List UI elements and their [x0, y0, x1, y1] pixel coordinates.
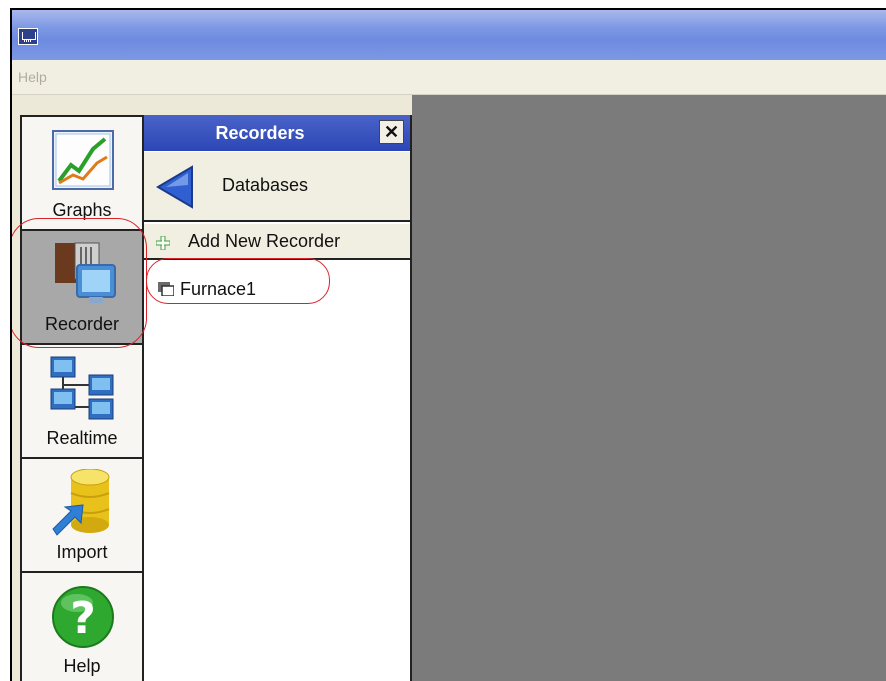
realtime-label: Realtime	[46, 428, 118, 448]
panel-gap	[144, 95, 412, 115]
app-window: Help Graphs Recorder Realtime Import ? H…	[10, 8, 886, 681]
svg-text:?: ?	[70, 593, 96, 644]
graph-chart-icon	[52, 130, 114, 190]
menu-help[interactable]: Help	[18, 69, 47, 85]
panel-header: Recorders ✕	[144, 115, 410, 151]
main-workspace	[412, 95, 886, 681]
tool-bar: Graphs Recorder Realtime Import ? Help	[20, 115, 144, 681]
help-question-icon: ?	[52, 586, 114, 648]
import-label: Import	[56, 542, 108, 562]
recorder-node-icon	[158, 282, 174, 296]
back-arrow-icon	[156, 165, 193, 209]
menu-bar: Help	[12, 60, 886, 95]
add-new-recorder-label: Add New Recorder	[188, 231, 341, 251]
left-frame-strip	[12, 95, 20, 681]
help-button[interactable]: ? Help	[22, 571, 144, 681]
tree-item-furnace1[interactable]: Furnace1	[158, 279, 358, 303]
recorders-panel: Recorders ✕ Databases Add New Recorder F…	[144, 115, 412, 681]
tree-item-label: Furnace1	[180, 279, 257, 299]
databases-label: Databases	[222, 175, 309, 195]
close-icon[interactable]: ✕	[379, 120, 404, 144]
graphs-button[interactable]: Graphs	[22, 115, 144, 231]
import-button[interactable]: Import	[22, 457, 144, 573]
panel-title: Recorders	[215, 123, 305, 143]
network-computers-icon	[50, 356, 114, 420]
recorder-monitor-icon	[55, 242, 116, 303]
database-import-icon	[52, 469, 110, 536]
plus-icon	[156, 236, 170, 250]
realtime-button[interactable]: Realtime	[22, 343, 144, 459]
recorder-button[interactable]: Recorder	[22, 229, 144, 345]
databases-button[interactable]: Databases	[144, 151, 410, 222]
recorder-label: Recorder	[44, 314, 120, 334]
graphs-label: Graphs	[52, 200, 112, 220]
help-label: Help	[63, 656, 101, 676]
title-bar[interactable]	[12, 10, 886, 60]
add-new-recorder-button[interactable]: Add New Recorder	[144, 224, 410, 260]
app-icon[interactable]	[18, 28, 38, 45]
